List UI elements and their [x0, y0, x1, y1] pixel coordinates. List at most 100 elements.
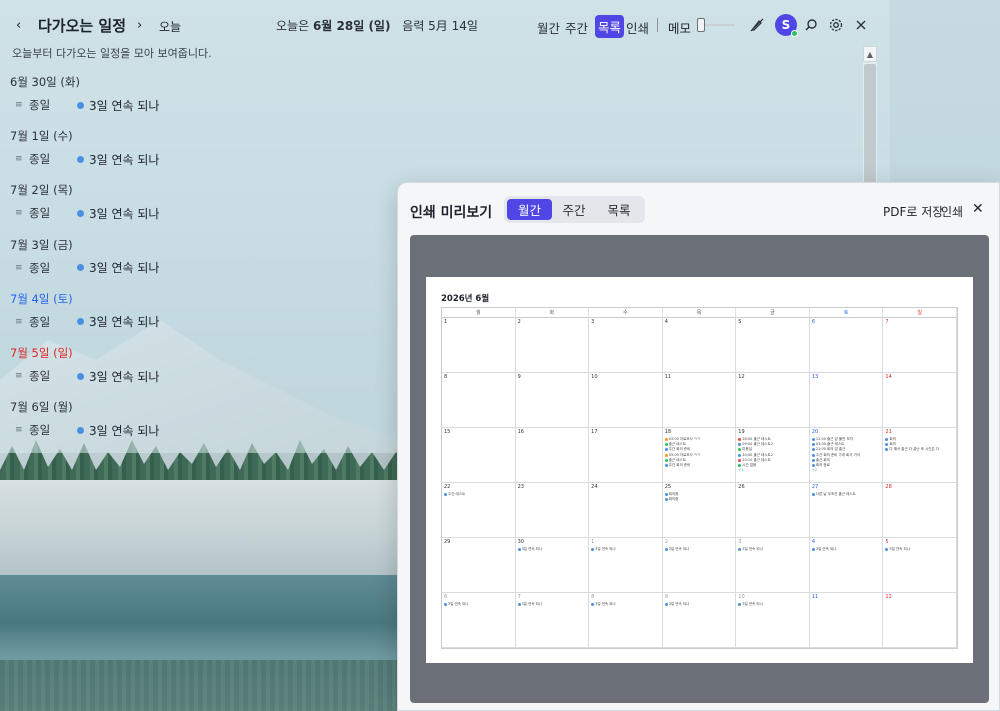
- print-button[interactable]: 인쇄: [941, 203, 963, 220]
- calendar-event: 3일 연속 되나: [591, 547, 616, 552]
- day-number: 13: [811, 374, 819, 380]
- calendar-day-cell: 4 3일 연속 되나: [809, 538, 884, 593]
- all-day-label: 종일: [29, 152, 51, 167]
- all-day-label: 종일: [29, 314, 51, 329]
- day-number: 3: [738, 539, 742, 545]
- scroll-up-arrow-icon[interactable]: ▲: [863, 46, 877, 62]
- event-dot: [738, 453, 742, 457]
- calendar-day-cell: 9 3일 연속 되나: [662, 593, 737, 648]
- view-tab-print[interactable]: 인쇄: [626, 18, 649, 37]
- day-number: 3: [591, 319, 595, 325]
- day-number: 1: [591, 539, 595, 545]
- day-number: 11: [811, 594, 819, 600]
- calendar-day-cell: 12: [883, 593, 957, 648]
- day-number: 23: [517, 484, 524, 490]
- event-dot: [517, 603, 521, 606]
- calendar-day-cell: 19 18:00 출근 테스트 09:00 출근 테스트2 미용실 10:00 출근 테…: [736, 428, 810, 483]
- event-row[interactable]: ≡ 종일 3일 연속 되나: [15, 260, 159, 276]
- calendar-day-cell: 18 03:00 자료조사 ㅋㅋ 출근 테스트 주간 회의 준비 03:00 자료조사 …: [662, 428, 737, 483]
- print-tab-week[interactable]: 주간: [552, 199, 596, 220]
- drag-handle-icon[interactable]: ≡: [15, 154, 23, 164]
- calendar-day-cell: 16: [515, 428, 590, 483]
- day-number: 8: [444, 374, 448, 380]
- dialog-title: 인쇄 미리보기: [410, 205, 493, 221]
- calendar-day-cell: 12: [736, 373, 810, 428]
- drag-handle-icon[interactable]: ≡: [15, 208, 23, 218]
- event-text: 다른 날 무조건 출근 테스트: [815, 492, 856, 496]
- search-icon[interactable]: [802, 16, 820, 34]
- slider-thumb[interactable]: [697, 18, 705, 32]
- calendar-event: 다 해서 출근 다 끝난 후 시간은 다: [885, 447, 939, 452]
- view-tab-month[interactable]: 월간: [537, 18, 560, 37]
- calendar-event: 다른 날 무조건 출근 테스트: [811, 492, 856, 497]
- weekday-header: 화: [515, 308, 590, 318]
- event-row[interactable]: ≡ 종일 3일 연속 되나: [15, 368, 159, 384]
- view-tab-week[interactable]: 주간: [565, 18, 588, 37]
- event-dot: [738, 603, 742, 606]
- drag-handle-icon[interactable]: ≡: [15, 100, 23, 110]
- save-pdf-button[interactable]: PDF로 저장: [883, 203, 943, 220]
- day-number: 17: [591, 429, 598, 435]
- print-page: 2026년 6월 월 화 수 목 금 토 일 1 2 3 4 5 6 7 8 9 10 11 12 13 14 15 16 1…: [426, 277, 973, 663]
- day-header: 7월 1일 (수): [10, 129, 73, 144]
- event-dot: [811, 458, 815, 462]
- calendar-title: 2026년 6월: [441, 294, 490, 304]
- event-dot: [664, 464, 668, 467]
- today-button[interactable]: 오늘: [159, 18, 181, 35]
- event-row[interactable]: ≡ 종일 3일 연속 되나: [15, 422, 159, 438]
- event-row[interactable]: ≡ 종일 3일 연속 되나: [15, 97, 159, 113]
- gear-icon[interactable]: [827, 16, 845, 34]
- event-row[interactable]: ≡ 종일 3일 연속 되나: [15, 205, 159, 221]
- day-number: 22: [444, 484, 451, 490]
- pen-off-icon[interactable]: [748, 16, 766, 34]
- day-number: 4: [811, 539, 816, 545]
- top-toolbar: ‹ 다가오는 일정 › 오늘 오늘은 6월 28일 (일) 음력 5月 14일 …: [0, 0, 890, 50]
- day-header: 6월 30일 (화): [10, 75, 80, 89]
- event-dot: [885, 438, 889, 441]
- day-header: 7월 6일 (월): [10, 400, 73, 415]
- day-number: 2: [664, 539, 668, 545]
- event-color-dot: [77, 209, 84, 217]
- calendar-day-cell: 7: [883, 318, 957, 373]
- user-avatar[interactable]: S: [775, 14, 798, 37]
- calendar-day-cell: 7 3일 연속 되나: [515, 593, 590, 648]
- calendar-day-cell: 1: [442, 318, 516, 373]
- all-day-label: 종일: [29, 98, 51, 112]
- calendar-day-cell: 29: [442, 538, 516, 593]
- event-text: 시간 없음: [742, 463, 757, 467]
- drag-handle-icon[interactable]: ≡: [15, 371, 23, 381]
- print-tab-month[interactable]: 월간: [507, 199, 552, 220]
- drag-handle-icon[interactable]: ≡: [15, 317, 23, 327]
- event-dot: [738, 548, 742, 551]
- day-number: 27: [811, 484, 819, 490]
- prev-button[interactable]: ‹: [16, 18, 21, 33]
- event-row[interactable]: ≡ 종일 3일 연속 되나: [15, 314, 159, 330]
- next-button[interactable]: ›: [137, 18, 142, 33]
- event-dot: [664, 458, 668, 462]
- calendar-event: 3일 연속 되나: [444, 602, 469, 607]
- calendar-event: 3일 연속 되나: [738, 602, 763, 607]
- calendar-day-cell: 24: [589, 483, 663, 538]
- calendar-day-cell: 2 3일 연속 되나: [662, 538, 737, 593]
- drag-handle-icon[interactable]: ≡: [15, 263, 23, 273]
- day-number: 26: [738, 484, 745, 490]
- calendar-day-cell: 3: [589, 318, 663, 373]
- event-text: 회의 종료: [815, 463, 830, 467]
- event-title: 3일 연속 되나: [89, 261, 160, 276]
- memo-slider[interactable]: [697, 18, 735, 32]
- print-tab-list[interactable]: 목록: [596, 199, 642, 220]
- drag-handle-icon[interactable]: ≡: [15, 425, 23, 435]
- calendar-day-cell: 27 다른 날 무조건 출근 테스트: [809, 483, 884, 538]
- more-events-count: +2: [811, 468, 818, 473]
- day-header: 7월 5일 (일): [10, 346, 73, 360]
- close-icon[interactable]: [852, 16, 870, 34]
- event-text: 3일 연속 되나: [742, 547, 763, 551]
- calendar-day-cell: 17: [589, 428, 663, 483]
- calendar-day-cell: 1 3일 연속 되나: [589, 538, 663, 593]
- event-text: 3일 연속 되나: [815, 547, 837, 551]
- event-row[interactable]: ≡ 종일 3일 연속 되나: [15, 151, 159, 167]
- event-color-dot: [77, 372, 84, 380]
- view-tab-list[interactable]: 목록: [595, 15, 625, 38]
- dialog-close-icon[interactable]: ✕: [972, 201, 984, 217]
- event-color-dot: [77, 426, 84, 434]
